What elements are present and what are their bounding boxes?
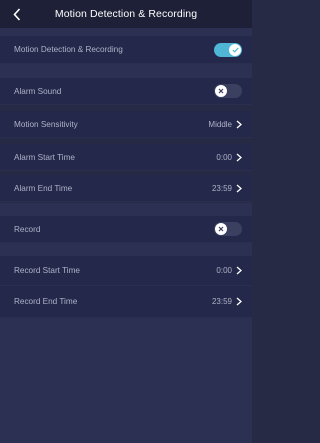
alarm-end-time-row[interactable]: Alarm End Time 23:59 <box>0 175 252 202</box>
chevron-right-icon <box>236 184 242 193</box>
record-end-time-row[interactable]: Record End Time 23:59 <box>0 286 252 318</box>
motion-sensitivity-label: Motion Sensitivity <box>14 119 78 129</box>
chevron-right-icon <box>236 297 242 306</box>
empty-area <box>0 318 252 443</box>
record-label: Record <box>14 224 41 234</box>
section-gap <box>0 64 252 78</box>
toggle-knob <box>229 43 241 56</box>
chevron-left-icon <box>13 7 21 21</box>
back-button[interactable] <box>9 4 25 24</box>
alarm-start-time-value: 0:00 <box>216 152 232 162</box>
alarm-sound-label: Alarm Sound <box>14 86 62 96</box>
toggle-knob <box>215 85 227 97</box>
motion-detection-row[interactable]: Motion Detection & Recording <box>0 36 252 64</box>
close-icon <box>218 88 224 94</box>
motion-detection-toggle[interactable] <box>214 42 242 57</box>
record-start-time-label: Record Start Time <box>14 266 80 275</box>
chevron-right-icon <box>236 266 242 275</box>
section-gap <box>0 243 252 256</box>
record-start-time-row[interactable]: Record Start Time 0:00 <box>0 256 252 286</box>
alarm-start-time-label: Alarm Start Time <box>14 152 75 162</box>
record-row[interactable]: Record <box>0 216 252 243</box>
record-end-time-value: 23:59 <box>211 297 232 306</box>
alarm-start-time-row[interactable]: Alarm Start Time 0:00 <box>0 144 252 171</box>
chevron-right-icon <box>236 153 242 162</box>
page-title: Motion Detection & Recording <box>54 8 198 20</box>
motion-detection-label: Motion Detection & Recording <box>14 45 123 54</box>
alarm-end-time-value: 23:59 <box>211 183 232 193</box>
record-toggle[interactable] <box>214 222 242 236</box>
section-gap <box>0 28 252 36</box>
toggle-knob <box>215 223 227 235</box>
record-start-time-value: 0:00 <box>216 266 232 275</box>
section-gap <box>0 203 252 216</box>
chevron-right-icon <box>236 120 242 129</box>
alarm-end-time-label: Alarm End Time <box>14 183 73 193</box>
record-end-time-label: Record End Time <box>14 297 78 306</box>
motion-sensitivity-value: Middle <box>208 119 232 129</box>
navigation-bar: Motion Detection & Recording <box>0 0 252 28</box>
alarm-sound-toggle[interactable] <box>214 84 242 98</box>
motion-sensitivity-row[interactable]: Motion Sensitivity Middle <box>0 111 252 138</box>
alarm-sound-row[interactable]: Alarm Sound <box>0 78 252 105</box>
check-icon <box>231 47 239 53</box>
close-icon <box>218 226 224 232</box>
